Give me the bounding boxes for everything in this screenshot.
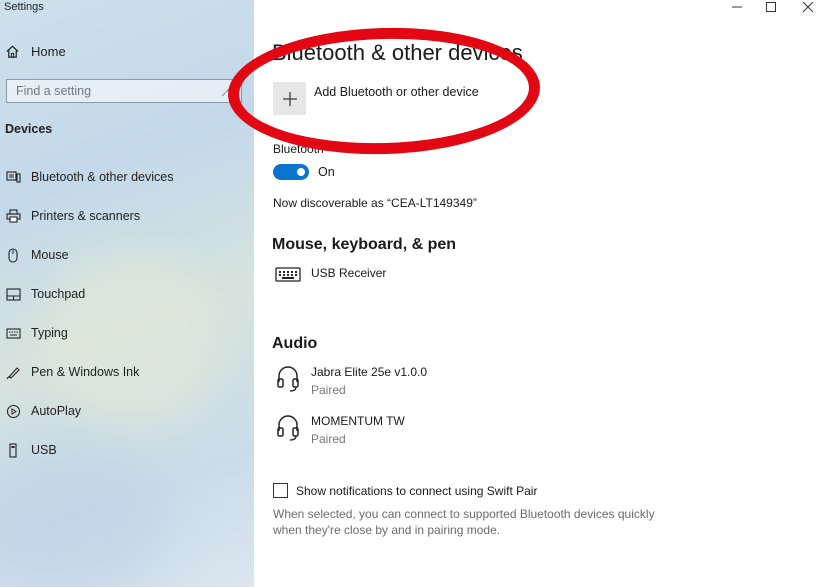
sidebar-item-label: AutoPlay [31, 404, 82, 418]
keyboard-icon [273, 265, 303, 295]
sidebar-item-label: Printers & scanners [31, 209, 141, 223]
audio-section-title: Audio [272, 335, 318, 352]
add-device-label[interactable]: Add Bluetooth or other device [314, 85, 479, 99]
add-device-button[interactable] [273, 82, 306, 115]
headphones-icon [273, 364, 303, 394]
sidebar-item-typing[interactable]: Typing [5, 324, 68, 342]
sidebar-item-touchpad[interactable]: Touchpad [5, 285, 85, 303]
device-name: MOMENTUM TW [311, 414, 405, 428]
bluetooth-label: Bluetooth [273, 142, 324, 156]
sidebar-section-title: Devices [5, 122, 53, 136]
sidebar-item-label: Pen & Windows Ink [31, 365, 140, 379]
device-status: Paired [311, 432, 346, 446]
sidebar-item-mouse[interactable]: Mouse [5, 246, 69, 264]
sidebar-item-pen[interactable]: Pen & Windows Ink [5, 363, 139, 381]
swift-pair-checkbox[interactable] [273, 483, 288, 498]
device-status: Paired [311, 383, 346, 397]
mouse-keyboard-section-title: Mouse, keyboard, & pen [272, 236, 457, 253]
toggle-knob [297, 168, 305, 176]
home-label: Home [31, 44, 66, 59]
close-icon [803, 2, 813, 12]
headphones-icon [273, 413, 303, 443]
sidebar-item-autoplay[interactable]: AutoPlay [5, 402, 81, 420]
sidebar-item-usb[interactable]: USB [5, 441, 57, 459]
search-input[interactable] [16, 84, 216, 98]
usb-icon [5, 442, 21, 458]
pen-icon [5, 364, 21, 380]
discoverable-text: Now discoverable as “CEA-LT149349” [273, 196, 477, 210]
main-content: Bluetooth & other devices Add Bluetooth … [254, 0, 820, 587]
minimize-button[interactable] [727, 0, 747, 14]
page-title: Bluetooth & other devices [272, 40, 523, 65]
sidebar-item-bluetooth[interactable]: Bluetooth & other devices [5, 168, 173, 186]
close-button[interactable] [798, 0, 818, 14]
sidebar-item-label: Typing [31, 326, 68, 340]
device-name: USB Receiver [311, 266, 387, 280]
sidebar-item-printers[interactable]: Printers & scanners [5, 207, 140, 225]
plus-icon [282, 91, 297, 106]
device-usb-receiver[interactable]: USB Receiver [273, 265, 386, 295]
printer-icon [5, 208, 21, 224]
keyboard-icon [5, 325, 21, 341]
sidebar-item-label: Mouse [31, 248, 69, 262]
home-icon [6, 45, 19, 58]
device-jabra[interactable]: Jabra Elite 25e v1.0.0 Paired [273, 364, 427, 397]
bluetooth-devices-icon [5, 169, 21, 185]
bluetooth-state: On [318, 165, 335, 179]
bluetooth-toggle[interactable] [273, 164, 309, 180]
swift-pair-help-text: When selected, you can connect to suppor… [273, 507, 655, 537]
sidebar-item-label: Touchpad [31, 287, 86, 301]
device-name: Jabra Elite 25e v1.0.0 [311, 365, 428, 379]
touchpad-icon [5, 286, 21, 302]
minimize-icon [732, 6, 742, 8]
sidebar-item-label: Bluetooth & other devices [31, 170, 174, 184]
maximize-icon [766, 2, 776, 12]
search-box[interactable] [6, 79, 242, 103]
sidebar-background-blur [0, 440, 170, 587]
autoplay-icon [5, 403, 21, 419]
device-momentum[interactable]: MOMENTUM TW Paired [273, 413, 405, 446]
search-icon[interactable] [219, 83, 235, 99]
window-title: Settings [4, 1, 44, 13]
swift-pair-label[interactable]: Show notifications to connect using Swif… [296, 484, 537, 498]
home-link[interactable]: Home [5, 44, 66, 59]
sidebar: Settings Home Devices Bluetooth & other … [0, 0, 254, 587]
maximize-button[interactable] [761, 0, 781, 14]
mouse-icon [5, 247, 21, 263]
sidebar-item-label: USB [31, 443, 57, 457]
